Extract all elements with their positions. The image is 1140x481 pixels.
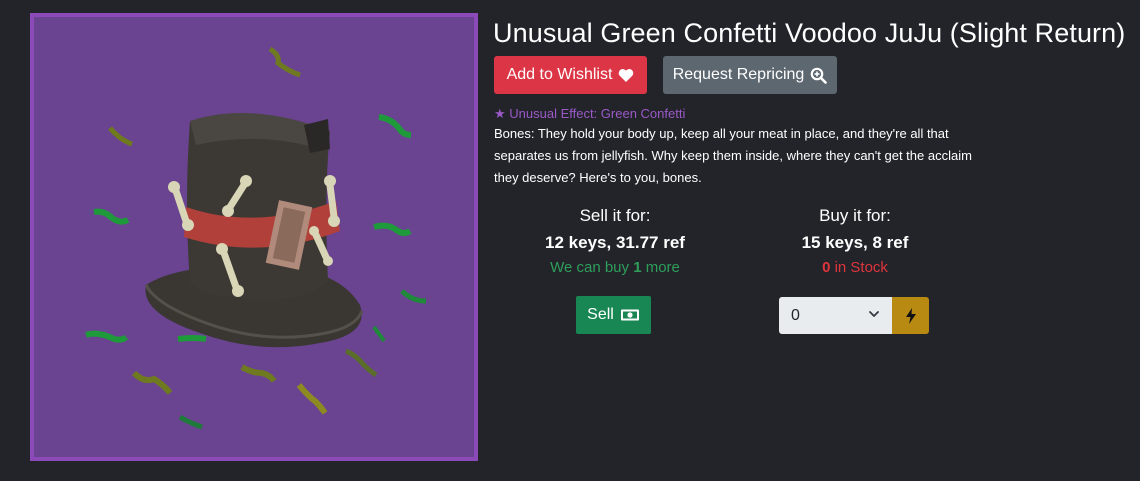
quantity-select[interactable]: 0	[779, 297, 892, 334]
item-title: Unusual Green Confetti Voodoo JuJu (Slig…	[493, 18, 1126, 48]
quick-buy-button[interactable]	[892, 297, 929, 334]
sell-button-label: Sell	[587, 306, 614, 323]
sell-capacity-prefix: We can buy	[550, 259, 634, 276]
item-image	[30, 13, 478, 461]
item-description: Bones: They hold your body up, keep all …	[494, 126, 972, 185]
heart-icon	[619, 68, 634, 82]
quantity-value: 0	[791, 306, 800, 324]
request-repricing-button[interactable]: Request Repricing	[663, 56, 837, 94]
sell-capacity: We can buy 1 more	[520, 257, 710, 279]
wishlist-button-label: Add to Wishlist	[506, 66, 613, 83]
sell-capacity-suffix: more	[641, 259, 680, 276]
chevron-down-icon	[869, 311, 879, 317]
reprice-button-label: Request Repricing	[672, 66, 805, 83]
sell-price: 12 keys, 31.77 ref	[545, 233, 685, 252]
sell-panel: Sell it for: 12 keys, 31.77 ref We can b…	[520, 205, 710, 279]
buy-panel: Buy it for: 15 keys, 8 ref 0 in Stock	[760, 205, 950, 279]
magnifier-plus-icon	[811, 67, 828, 84]
stock-status: 0 in Stock	[760, 257, 950, 279]
cash-icon	[620, 309, 639, 321]
add-to-wishlist-button[interactable]: Add to Wishlist	[494, 56, 647, 94]
sell-button[interactable]: Sell	[576, 296, 651, 334]
unusual-effect-label: ★ Unusual Effect: Green Confetti	[494, 106, 686, 121]
sell-heading: Sell it for:	[579, 206, 651, 225]
buy-heading: Buy it for:	[819, 206, 891, 225]
buy-price: 15 keys, 8 ref	[801, 233, 909, 252]
stock-suffix: in Stock	[830, 259, 888, 276]
lightning-icon	[905, 307, 916, 324]
voodoo-juju-hat-image	[85, 46, 427, 430]
hat	[144, 113, 364, 348]
sell-capacity-count: 1	[633, 259, 642, 276]
